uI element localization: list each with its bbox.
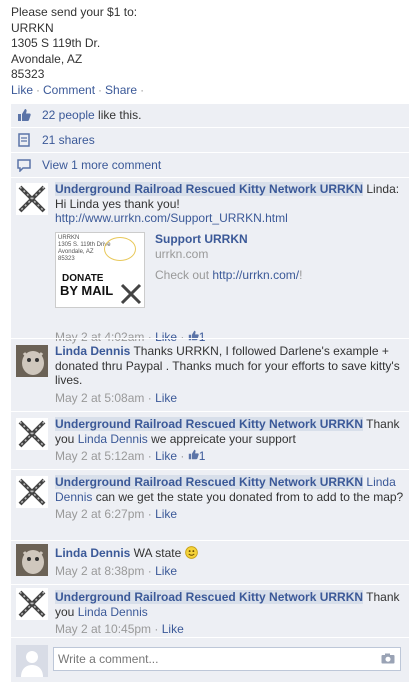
- comment-author[interactable]: Linda Dennis: [55, 546, 130, 560]
- comment-meta: May 2 at 8:38pm · Like: [55, 563, 178, 578]
- comment: Underground Railroad Rescued Kitty Netwo…: [11, 588, 409, 638]
- comment-timestamp[interactable]: May 2 at 5:08am: [55, 391, 144, 405]
- comment-input[interactable]: Write a comment...: [53, 647, 401, 671]
- attachment-domain: urrkn.com: [155, 246, 209, 261]
- comment-like-link[interactable]: Like: [162, 622, 184, 636]
- avatar[interactable]: [16, 476, 48, 508]
- comment-text: we appreicate your support: [147, 431, 296, 446]
- likes-row: 22 people like this.: [17, 104, 141, 126]
- comment-like-link[interactable]: Like: [155, 564, 177, 578]
- comment-url-link[interactable]: http://www.urrkn.com/Support_URRKN.html: [55, 211, 288, 225]
- comment-author[interactable]: Underground Railroad Rescued Kitty Netwo…: [55, 417, 364, 431]
- comment: Linda Dennis Thanks URRKN, I followed Da…: [11, 342, 409, 408]
- comment-like-link[interactable]: Like: [155, 391, 177, 405]
- thumbs-up-icon: [17, 108, 31, 122]
- share-icon: [17, 133, 31, 147]
- share-link[interactable]: Share: [105, 83, 137, 97]
- likes-link[interactable]: 22 people: [42, 108, 95, 122]
- avatar[interactable]: [16, 588, 48, 620]
- comment-body: Underground Railroad Rescued Kitty Netwo…: [55, 590, 405, 637]
- avatar[interactable]: [16, 345, 48, 377]
- comment-link[interactable]: Comment: [43, 83, 95, 97]
- post-line: 1305 S 119th Dr.: [11, 36, 101, 50]
- comment-timestamp[interactable]: May 2 at 6:27pm: [55, 507, 144, 521]
- write-comment-row: Write a comment...: [11, 638, 409, 682]
- comment-meta: May 2 at 5:12am · Like · 1: [55, 449, 206, 463]
- comment-timestamp[interactable]: May 2 at 5:12am: [55, 449, 144, 463]
- comment-meta: May 2 at 6:27pm · Like: [55, 507, 178, 521]
- attachment-title[interactable]: Support URRKN: [155, 232, 302, 247]
- comment-timestamp[interactable]: May 2 at 8:38pm: [55, 564, 144, 578]
- thumb-big-text: BY MAIL: [60, 282, 114, 298]
- shares-link[interactable]: 21 shares: [42, 133, 95, 147]
- thumbs-up-icon: [188, 449, 199, 460]
- link-attachment[interactable]: URRKN 1305 S. 119th Drive Avondale, AZ 8…: [55, 231, 405, 308]
- post-line: 85323: [11, 67, 45, 81]
- comment-body: Linda Dennis Thanks URRKN, I followed Da…: [55, 344, 405, 405]
- post-actions: Like · Comment · Share ·: [11, 83, 145, 97]
- comment-author[interactable]: Underground Railroad Rescued Kitty Netwo…: [55, 182, 364, 196]
- view-more-comments-row[interactable]: View 1 more comment: [17, 154, 161, 176]
- comment-body: Linda Dennis WA state May 2 at 8:38pm · …: [55, 546, 405, 578]
- comment-like-link[interactable]: Like: [155, 449, 177, 463]
- avatar[interactable]: [16, 418, 48, 450]
- comment-text: can we get the state you donated from to…: [92, 489, 404, 504]
- comment-bubble-icon: [17, 158, 31, 173]
- likes-text: like this.: [94, 108, 142, 122]
- comment-like-count[interactable]: 1: [188, 449, 205, 463]
- mention-link[interactable]: Linda Dennis: [78, 432, 148, 446]
- view-more-comments-link[interactable]: View 1 more comment: [42, 158, 161, 172]
- comment: Underground Railroad Rescued Kitty Netwo…: [11, 473, 409, 539]
- comment-body: Underground Railroad Rescued Kitty Netwo…: [55, 475, 405, 522]
- comment: Linda Dennis WA state May 2 at 8:38pm · …: [11, 544, 409, 584]
- avatar[interactable]: [16, 544, 48, 576]
- like-link[interactable]: Like: [11, 83, 33, 97]
- comment-meta: May 2 at 10:45pm · Like: [55, 622, 184, 636]
- comment-body: Underground Railroad Rescued Kitty Netwo…: [55, 182, 405, 344]
- attachment-desc: Check out: [155, 267, 213, 282]
- current-user-avatar: [16, 645, 48, 677]
- attachment-thumbnail[interactable]: URRKN 1305 S. 119th Drive Avondale, AZ 8…: [55, 231, 145, 308]
- comment-author[interactable]: Underground Railroad Rescued Kitty Netwo…: [55, 475, 364, 489]
- stamp-icon: [104, 236, 136, 261]
- attachment-desc-suffix: !: [299, 267, 303, 282]
- smiley-emoji-icon: [184, 546, 198, 559]
- logo-icon: [120, 283, 142, 304]
- comment-author[interactable]: Linda Dennis: [55, 344, 130, 358]
- avatar[interactable]: [16, 183, 48, 215]
- comment-author[interactable]: Underground Railroad Rescued Kitty Netwo…: [55, 590, 364, 604]
- camera-icon[interactable]: [381, 653, 395, 664]
- comment-timestamp[interactable]: May 2 at 10:45pm: [55, 622, 151, 636]
- post-line: Avondale, AZ: [11, 51, 83, 66]
- comment-like-link[interactable]: Like: [155, 507, 177, 521]
- comment: Underground Railroad Rescued Kitty Netwo…: [11, 415, 409, 471]
- post-body: Please send your $1 to: URRKN 1305 S 119…: [11, 5, 137, 83]
- post-line: URRKN: [11, 20, 54, 35]
- comment-meta: May 2 at 5:08am · Like: [55, 390, 178, 405]
- thumb-big-text: DONATE: [62, 272, 104, 284]
- post-line: Please send your $1 to:: [11, 5, 138, 19]
- comment-input-placeholder: Write a comment...: [58, 652, 159, 666]
- attachment-desc-link[interactable]: http://urrkn.com/: [212, 268, 299, 282]
- comment-body: Underground Railroad Rescued Kitty Netwo…: [55, 417, 405, 464]
- comment: Underground Railroad Rescued Kitty Netwo…: [11, 180, 409, 344]
- mention-link[interactable]: Linda Dennis: [78, 605, 148, 619]
- shares-row[interactable]: 21 shares: [17, 129, 95, 151]
- comment-text: WA state: [130, 546, 185, 560]
- comments-panel: 22 people like this. 21 shares View 1 mo…: [11, 104, 409, 682]
